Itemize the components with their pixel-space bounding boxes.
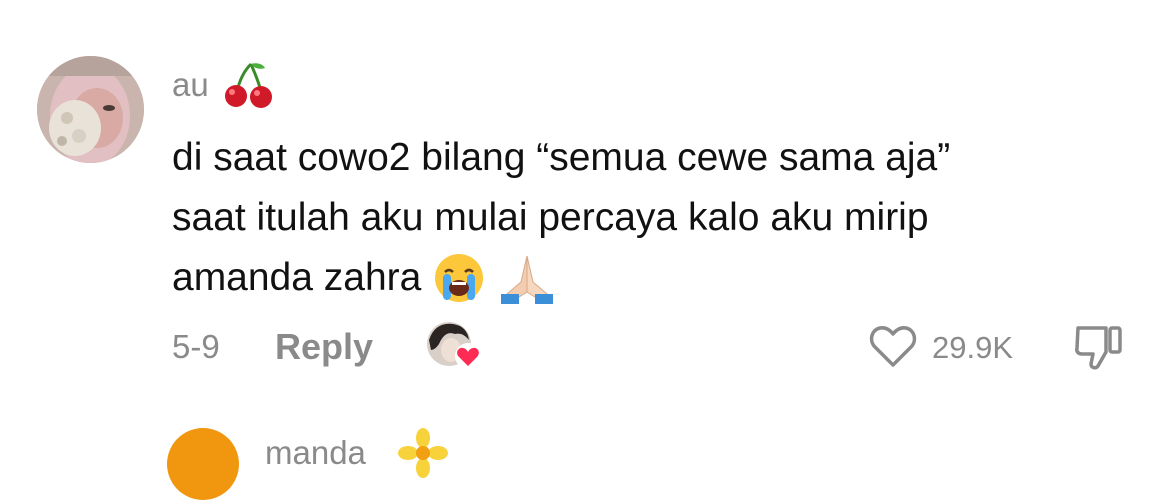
folded-hands-icon — [497, 252, 557, 322]
commenter-avatar[interactable] — [37, 56, 144, 163]
next-username[interactable]: manda — [265, 434, 366, 472]
comment-text-line-last: amanda zahra — [172, 248, 1142, 322]
comment-text-line: amanda zahra — [172, 256, 422, 299]
comment-text-line: di saat cowo2 bilang “semua cewe sama aj… — [172, 136, 951, 179]
heart-outline-icon — [869, 326, 917, 367]
comment-actions: 5-9 Reply 29.9K — [172, 320, 1132, 376]
next-comment-item: manda — [0, 428, 1169, 500]
username-row: au — [172, 60, 275, 110]
next-commenter-avatar[interactable] — [167, 428, 239, 500]
heart-badge-icon — [455, 343, 481, 369]
cherries-icon — [221, 60, 275, 110]
creator-liked-badge — [425, 320, 485, 372]
thumbs-down-icon — [1075, 326, 1122, 370]
comment-text-line: saat itulah aku mulai percaya kalo aku m… — [172, 196, 929, 239]
like-count: 29.9K — [932, 330, 1014, 365]
comment-text: di saat cowo2 bilang “semua cewe sama aj… — [172, 128, 1142, 322]
username[interactable]: au — [172, 66, 209, 104]
loudly-crying-face-icon — [433, 252, 485, 322]
like-button[interactable] — [867, 322, 919, 370]
avatar-image — [37, 56, 144, 163]
reply-button[interactable]: Reply — [275, 326, 373, 368]
comment-date: 5-9 — [172, 328, 220, 365]
comment-item: au di saat cowo2 bilang “semua cewe sama… — [0, 0, 1169, 500]
blossom-icon — [398, 428, 448, 478]
dislike-button[interactable] — [1072, 322, 1126, 372]
